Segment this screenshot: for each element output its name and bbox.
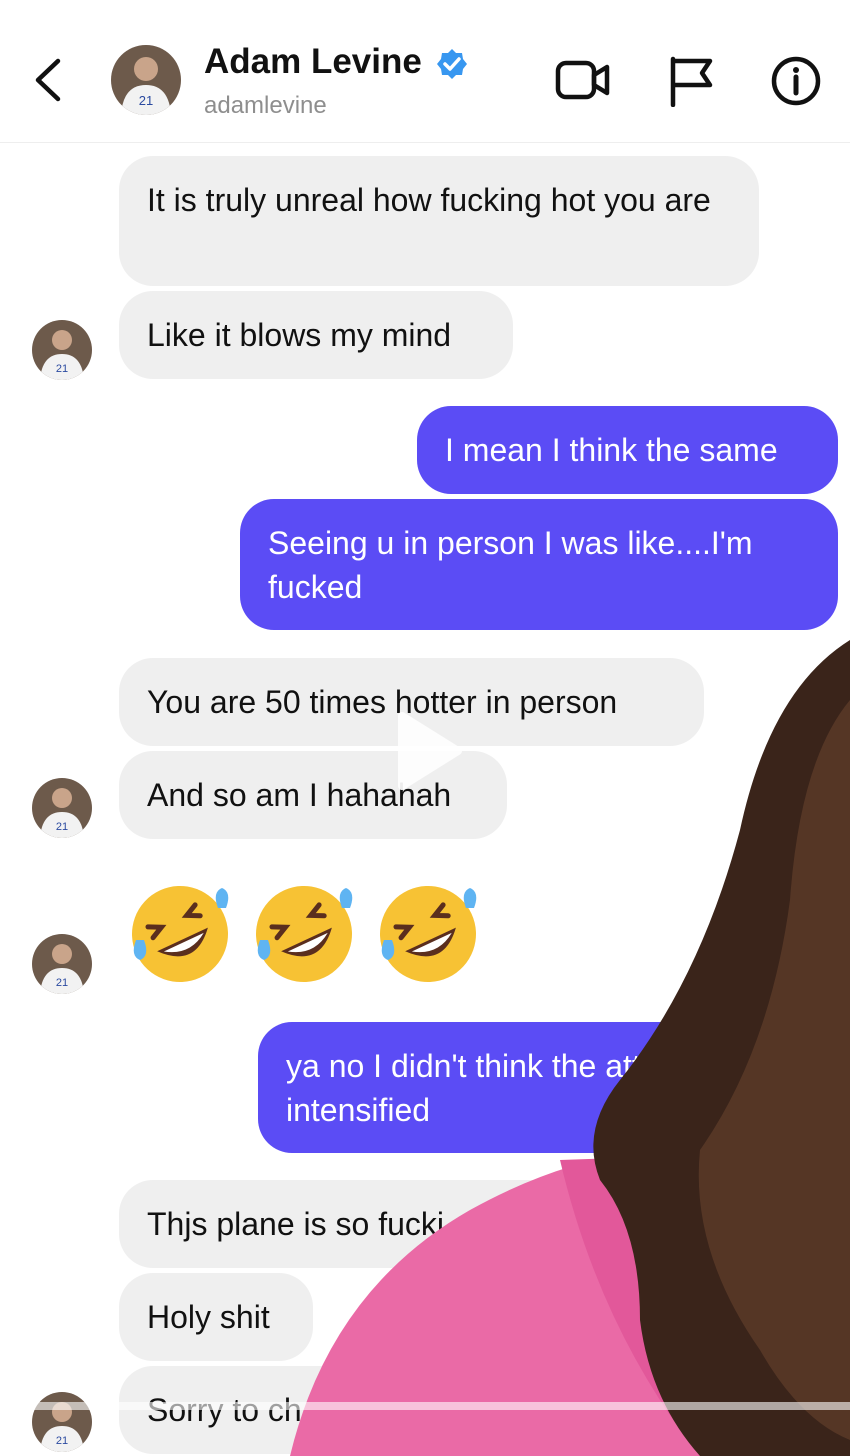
- avatar[interactable]: 21: [32, 778, 92, 838]
- emoji-message[interactable]: [126, 880, 482, 988]
- message-bubble-incoming[interactable]: Like it blows my mind: [119, 291, 513, 379]
- message-bubble-incoming[interactable]: Thjs plane is so fucki: [119, 1180, 679, 1268]
- chat-header: 21 Adam Levine adamlevine: [0, 0, 850, 143]
- message-bubble-outgoing[interactable]: Seeing u in person I was like....I'm fuc…: [240, 499, 838, 630]
- verified-badge-icon: [437, 49, 467, 79]
- info-icon[interactable]: [770, 55, 822, 107]
- svg-text:21: 21: [56, 821, 68, 833]
- rolling-laughing-emoji-icon: [380, 886, 477, 982]
- back-arrow-icon[interactable]: [30, 55, 70, 105]
- svg-text:21: 21: [56, 363, 68, 375]
- svg-text:21: 21: [139, 93, 153, 108]
- flag-icon[interactable]: [668, 55, 716, 107]
- avatar[interactable]: 21: [32, 1392, 92, 1452]
- avatar[interactable]: 21: [32, 934, 92, 994]
- message-bubble-outgoing[interactable]: ya no I didn't think the att could be in…: [258, 1022, 838, 1153]
- message-bubble-outgoing[interactable]: I mean I think the same: [417, 406, 838, 494]
- contact-handle: adamlevine: [204, 92, 327, 119]
- avatar[interactable]: 21: [32, 320, 92, 380]
- svg-text:21: 21: [56, 1435, 68, 1447]
- message-bubble-incoming[interactable]: Holy shit: [119, 1273, 313, 1361]
- play-icon[interactable]: [378, 706, 468, 796]
- rolling-laughing-emoji-icon: [132, 886, 229, 982]
- video-progress-bar[interactable]: [0, 1402, 850, 1410]
- message-bubble-incoming[interactable]: It is truly unreal how fucking hot you a…: [119, 156, 759, 286]
- message-bubble-incoming[interactable]: Sorry to ch: [119, 1366, 519, 1454]
- svg-text:21: 21: [56, 977, 68, 989]
- avatar[interactable]: 21: [111, 45, 181, 115]
- video-call-icon[interactable]: [555, 55, 611, 105]
- contact-name[interactable]: Adam Levine: [204, 42, 422, 82]
- rolling-laughing-emoji-icon: [256, 886, 353, 982]
